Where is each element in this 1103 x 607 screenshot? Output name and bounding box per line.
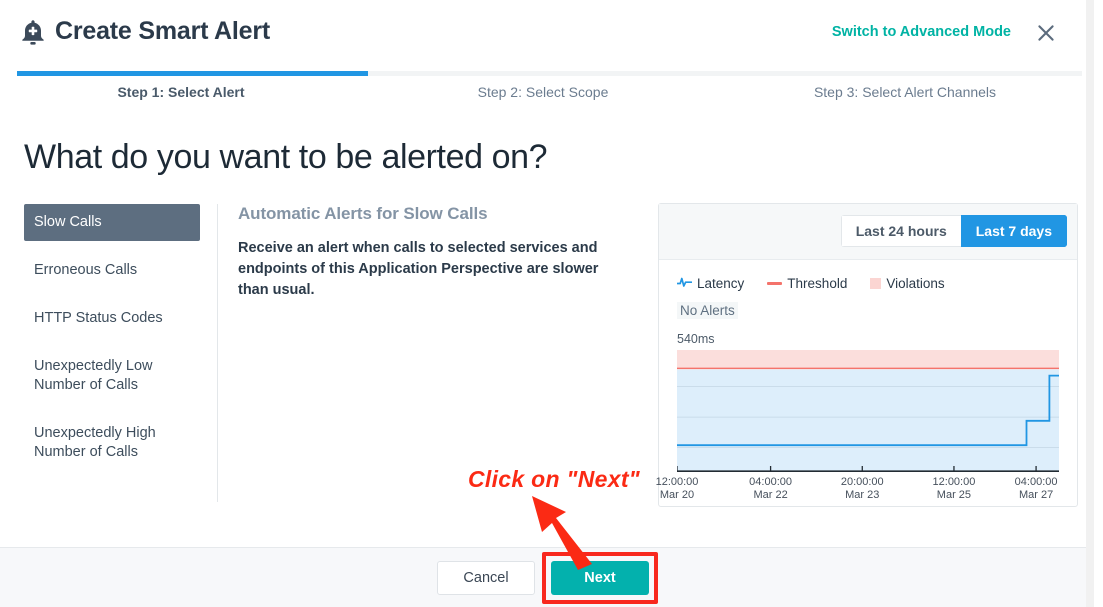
legend-threshold-label: Threshold bbox=[787, 276, 848, 291]
description-title: Automatic Alerts for Slow Calls bbox=[238, 204, 488, 223]
alert-type-erroneous-calls[interactable]: Erroneous Calls bbox=[24, 252, 200, 289]
square-swatch-icon bbox=[870, 278, 882, 289]
modal-header: Create Smart Alert Switch to Advanced Mo… bbox=[0, 0, 1086, 68]
alert-description: Automatic Alerts for Slow Calls Receive … bbox=[238, 204, 638, 301]
alert-type-http-status-codes[interactable]: HTTP Status Codes bbox=[24, 300, 200, 337]
alert-type-list: Slow Calls Erroneous Calls HTTP Status C… bbox=[24, 204, 200, 482]
vertical-divider bbox=[217, 204, 218, 502]
progress-track bbox=[17, 71, 1082, 76]
preview-chart-panel: Last 24 hours Last 7 days Latency Thresh… bbox=[656, 203, 1078, 510]
content-row: Slow Calls Erroneous Calls HTTP Status C… bbox=[0, 203, 1086, 544]
cancel-button[interactable]: Cancel bbox=[437, 560, 535, 595]
progress-fill bbox=[17, 71, 369, 76]
range-last-7-days[interactable]: Last 7 days bbox=[960, 215, 1067, 247]
alert-type-slow-calls[interactable]: Slow Calls bbox=[24, 204, 200, 241]
chart-legend: Latency Threshold Violations bbox=[676, 276, 945, 291]
step-progress: Step 1: Select Alert Step 2: Select Scop… bbox=[0, 68, 1086, 112]
close-icon[interactable] bbox=[1034, 21, 1058, 45]
chart-plot-area bbox=[676, 350, 1059, 472]
legend-latency-label: Latency bbox=[697, 276, 745, 291]
chart-x-axis: 12:00:00 Mar 20 04:00:00 Mar 22 20:00:00 Mar … bbox=[656, 476, 1073, 510]
line-swatch-icon bbox=[767, 282, 783, 285]
modal-footer: Cancel Next bbox=[0, 547, 1086, 607]
switch-to-advanced-mode-link[interactable]: Switch to Advanced Mode bbox=[832, 24, 1011, 40]
step-3-label[interactable]: Step 3: Select Alert Channels bbox=[724, 84, 1086, 100]
next-button-wrapper: Next bbox=[542, 551, 658, 604]
page-root: Create Smart Alert Switch to Advanced Mo… bbox=[0, 0, 1103, 607]
alert-type-unexpectedly-high-calls[interactable]: Unexpectedly High Number of Calls bbox=[24, 415, 200, 471]
description-body: Receive an alert when calls to selected … bbox=[238, 240, 599, 298]
x-axis-tick-label: 12:00:00 Mar 25 bbox=[932, 476, 976, 501]
page-title: Create Smart Alert bbox=[55, 17, 271, 45]
step-2-label[interactable]: Step 2: Select Scope bbox=[362, 84, 724, 100]
range-last-24-hours[interactable]: Last 24 hours bbox=[840, 215, 961, 247]
alert-type-unexpectedly-low-calls[interactable]: Unexpectedly Low Number of Calls bbox=[24, 348, 200, 404]
next-button[interactable]: Next bbox=[551, 560, 649, 595]
modal-body: What do you want to be alerted on? Slow … bbox=[0, 112, 1086, 547]
time-range-toggle: Last 24 hours Last 7 days bbox=[840, 215, 1067, 247]
legend-latency[interactable]: Latency bbox=[676, 276, 745, 291]
main-question: What do you want to be alerted on? bbox=[24, 138, 548, 176]
vertical-scrollbar-track[interactable] bbox=[1086, 0, 1094, 607]
step-label-row: Step 1: Select Alert Step 2: Select Scop… bbox=[0, 84, 1086, 100]
x-axis-tick-label: 12:00:00 Mar 20 bbox=[655, 476, 699, 501]
x-axis-tick-label: 20:00:00 Mar 23 bbox=[840, 476, 884, 501]
chart-status-badge: No Alerts bbox=[677, 302, 738, 319]
step-1-label[interactable]: Step 1: Select Alert bbox=[0, 84, 362, 100]
x-axis-tick-label: 04:00:00 Mar 27 bbox=[1014, 476, 1058, 501]
chart-toolbar: Last 24 hours Last 7 days bbox=[659, 204, 1077, 260]
legend-violations-label: Violations bbox=[886, 276, 945, 291]
create-smart-alert-modal: Create Smart Alert Switch to Advanced Mo… bbox=[0, 0, 1086, 607]
legend-violations[interactable]: Violations bbox=[870, 276, 945, 291]
bell-plus-icon bbox=[18, 17, 48, 49]
legend-threshold[interactable]: Threshold bbox=[767, 276, 847, 291]
x-axis-tick-label: 04:00:00 Mar 22 bbox=[749, 476, 792, 501]
chart-y-max-label: 540ms bbox=[677, 332, 715, 346]
pulse-icon bbox=[676, 276, 693, 291]
